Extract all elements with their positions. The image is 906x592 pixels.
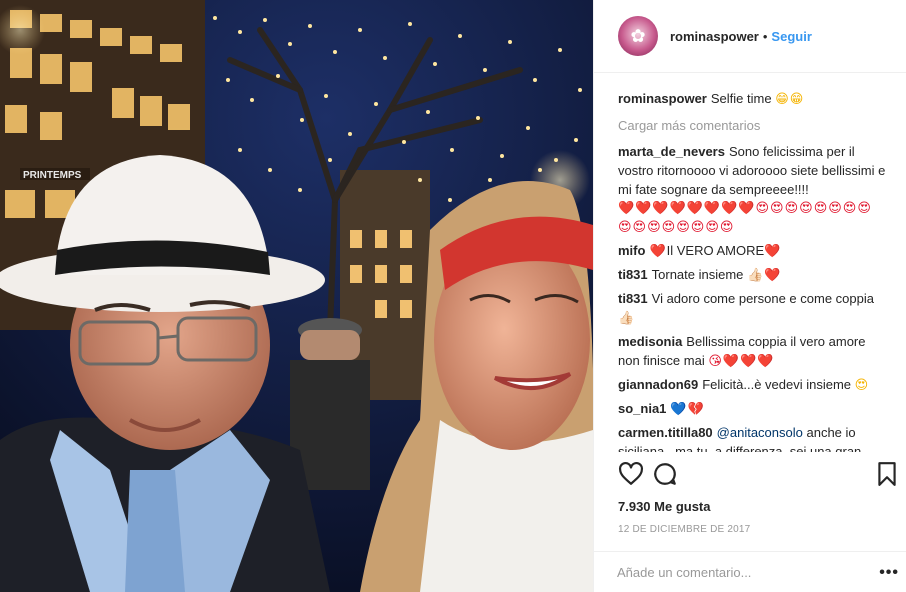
comment-text: Il VERO AMORE [666,243,765,258]
comment-emoji: 👍🏻❤️ [747,268,782,283]
comment-emoji: 👍🏻 [618,311,636,326]
separator-dot: • [762,28,768,44]
comment-item: giannadon69 Felicità...è vedevi insieme 😍 [618,375,886,395]
comment-emoji-before: ❤️ [649,244,667,259]
flower-icon: ✿ [630,25,646,47]
comment-item: ti831 Vi adoro come persone e come coppia… [618,289,886,328]
comment-item: carmen.titilla80 @anitaconsolo anche io s… [618,423,886,452]
add-comment-bar: ••• [594,551,906,592]
comment-item: ti831 Tornate insieme 👍🏻❤️ [618,265,886,285]
likes-count[interactable]: 7.930 Me gusta [618,499,711,514]
heart-outline-icon[interactable] [618,461,644,487]
post-date: 12 DE DICIEMBRE DE 2017 [618,524,751,535]
comment-emoji: 💙💔 [670,402,705,417]
speech-bubble-icon[interactable] [652,461,678,487]
comment-emoji: ❤️❤️❤️❤️❤️❤️❤️❤️😍😍😍😍😍😍😍😍😍😍😍😍😍😍😍😍 [618,201,872,235]
follow-button[interactable]: Seguir [771,29,811,44]
comment-text: Tornate insieme [651,267,744,282]
svg-text:PRINTEMPS: PRINTEMPS [23,170,82,181]
comment-username[interactable]: so_nia1 [618,401,666,416]
comment-item: so_nia1 💙💔 [618,399,886,419]
comment-emoji: 😍 [854,378,870,393]
comment-username[interactable]: giannadon69 [618,377,698,392]
comment-mention[interactable]: @anitaconsolo [717,425,803,440]
caption-emoji: 😁😁 [775,92,805,107]
author-username[interactable]: rominaspower [670,29,759,44]
comment-username[interactable]: ti831 [618,291,648,306]
post-actions [618,461,896,491]
caption-text: Selfie time [710,91,772,106]
instagram-post-modal: PRINTEMPS ✿ rominaspower • Seguir romina… [0,0,906,592]
selfie-image: PRINTEMPS [0,0,593,592]
add-comment-input[interactable] [617,562,857,582]
comment-username[interactable]: medisonia [618,334,682,349]
comment-username[interactable]: ti831 [618,267,648,282]
caption: rominaspower Selfie time 😁😁 [618,89,886,109]
comment-emoji: 😘❤️❤️❤️ [708,354,775,369]
post-header: ✿ rominaspower • Seguir [594,0,906,73]
comments-list[interactable]: rominaspower Selfie time 😁😁 Cargar más co… [618,74,886,452]
load-more-comments[interactable]: Cargar más comentarios [618,118,886,133]
comment-item: marta_de_nevers Sono felicissima per il v… [618,142,886,237]
comment-username[interactable]: marta_de_nevers [618,144,725,159]
comment-item: medisonia Bellissima coppia il vero amore… [618,332,886,371]
comment-text: Felicità...è vedevi insieme [702,377,852,392]
comment-text: Vi adoro come persone e come coppia [651,291,874,306]
caption-username[interactable]: rominaspower [618,91,707,106]
comment-item: mifo ❤️Il VERO AMORE❤️ [618,241,886,261]
more-options-icon[interactable]: ••• [879,564,899,582]
comment-emoji: ❤️ [764,244,782,259]
comment-username[interactable]: carmen.titilla80 [618,425,713,440]
post-sidebar: ✿ rominaspower • Seguir rominaspower Self… [593,0,906,592]
bookmark-icon[interactable] [874,461,900,487]
post-photo[interactable]: PRINTEMPS [0,0,593,592]
author-avatar[interactable]: ✿ [618,16,658,56]
comment-username[interactable]: mifo [618,243,645,258]
